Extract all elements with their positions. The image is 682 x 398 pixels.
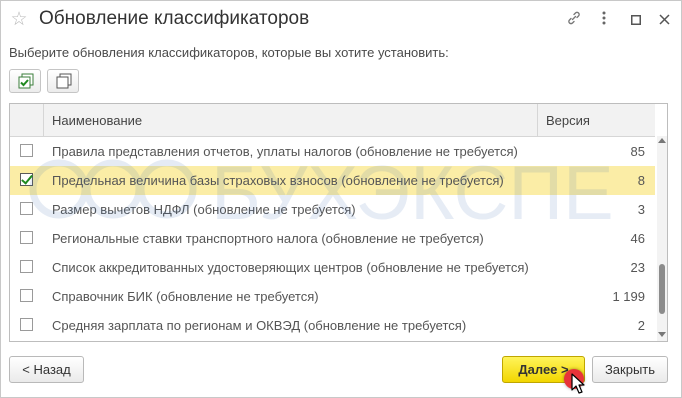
select-all-button[interactable] [9,69,41,93]
row-checkbox-checked[interactable] [20,173,33,186]
row-name: Размер вычетов НДФЛ (обновление не требу… [52,202,356,217]
scroll-down-arrow-icon[interactable] [658,332,666,337]
table-row[interactable]: Размер вычетов НДФЛ (обновление не требу… [10,195,655,224]
table-header: Наименование Версия [10,104,655,137]
row-checkbox[interactable] [20,202,33,215]
scroll-thumb[interactable] [659,264,665,314]
table-row-selected[interactable]: Предельная величина базы страховых взнос… [10,166,655,195]
table-row[interactable]: Справочник БИК (обновление не требуется)… [10,282,655,311]
check-all-icon [18,73,34,89]
close-button[interactable]: Закрыть [592,356,668,383]
instruction-text: Выберите обновления классификаторов, кот… [9,45,449,60]
more-menu-icon[interactable] [593,10,615,30]
row-version: 3 [637,202,645,217]
vertical-scrollbar[interactable] [657,136,667,341]
column-divider [537,104,538,136]
maximize-icon[interactable] [625,10,647,30]
table-row[interactable]: Средняя зарплата по регионам и ОКВЭД (об… [10,311,655,340]
dialog-window: ☆ Обновление классификаторов Выберите об… [0,0,682,398]
row-version: 85 [630,144,645,159]
row-name: Список аккредитованных удостоверяющих це… [52,260,529,275]
scroll-up-arrow-icon[interactable] [658,138,666,143]
window-title: Обновление классификаторов [39,8,310,29]
table-row[interactable]: Список аккредитованных удостоверяющих це… [10,253,655,282]
favorite-star-icon[interactable]: ☆ [9,10,29,30]
uncheck-all-icon [56,73,72,89]
row-name: Правила представления отчетов, уплаты на… [52,144,518,159]
row-checkbox[interactable] [20,144,33,157]
title-bar: ☆ Обновление классификаторов [1,1,681,39]
row-checkbox[interactable] [20,260,33,273]
table-row[interactable]: Правила представления отчетов, уплаты на… [10,137,655,166]
row-version: 46 [630,231,645,246]
row-version: 2 [637,318,645,333]
header-check-column [10,104,44,136]
table-row[interactable]: Региональные ставки транспортного налога… [10,224,655,253]
row-name: Региональные ставки транспортного налога… [52,231,484,246]
row-version: 1 199 [612,289,645,304]
row-name: Предельная величина базы страховых взнос… [52,173,504,188]
row-checkbox[interactable] [20,289,33,302]
row-version: 8 [637,173,645,188]
close-icon[interactable] [653,10,675,30]
row-name: Средняя зарплата по регионам и ОКВЭД (об… [52,318,467,333]
classifier-table: Наименование Версия Правила представлени… [9,103,668,342]
row-version: 23 [630,260,645,275]
back-button[interactable]: < Назад [9,356,84,383]
column-header-name[interactable]: Наименование [52,113,142,128]
mouse-cursor-icon [571,373,585,394]
link-icon[interactable] [563,10,585,30]
column-header-version[interactable]: Версия [546,113,590,128]
row-name: Справочник БИК (обновление не требуется) [52,289,319,304]
deselect-all-button[interactable] [47,69,79,93]
row-checkbox[interactable] [20,318,33,331]
row-checkbox[interactable] [20,231,33,244]
